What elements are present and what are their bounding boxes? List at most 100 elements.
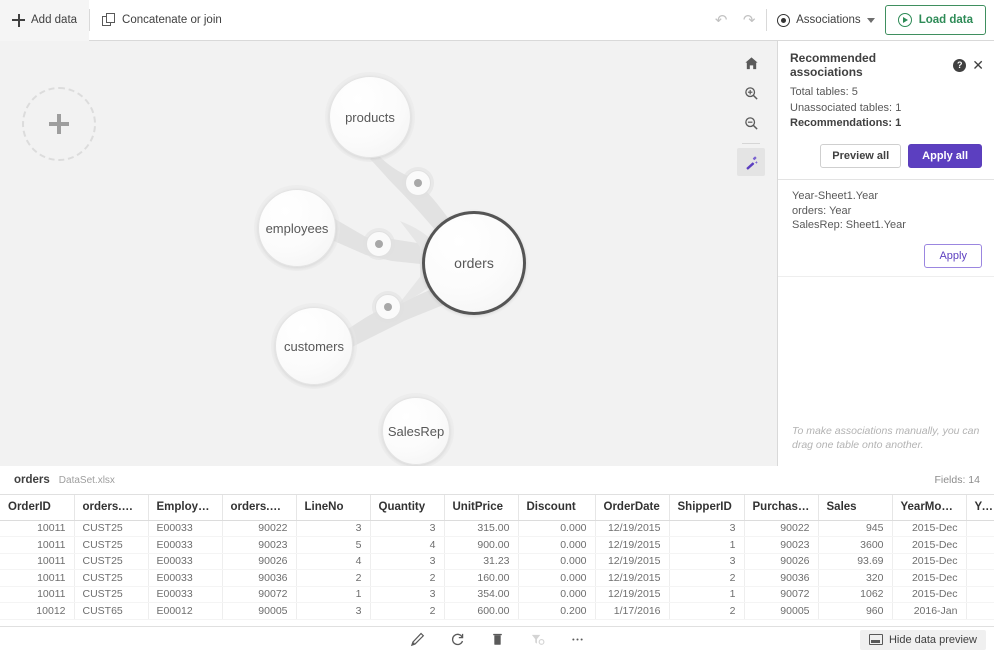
undo-arrow-icon[interactable]: ↶ xyxy=(708,7,734,33)
table-cell: 3 xyxy=(370,553,444,570)
column-header-sales[interactable]: Sales xyxy=(818,495,892,520)
column-header-lineno[interactable]: LineNo xyxy=(296,495,370,520)
table-cell: CUST65 xyxy=(74,603,148,620)
column-header-purchasedp[interactable]: PurchasedP... xyxy=(744,495,818,520)
preview-source-file: DataSet.xlsx xyxy=(59,475,115,486)
refresh-icon[interactable] xyxy=(446,629,468,651)
association-link-customers-orders[interactable] xyxy=(375,294,401,320)
panel-header: Recommended associations ? ✕ xyxy=(778,41,994,85)
recommendation-line-1: orders: Year xyxy=(792,204,982,218)
table-cell: 10011 xyxy=(0,520,74,537)
recommendation-card[interactable]: Year-Sheet1.Year orders: Year SalesRep: … xyxy=(778,180,994,277)
hide-data-preview-label: Hide data preview xyxy=(889,634,977,646)
apply-button[interactable]: Apply xyxy=(924,244,982,268)
column-header-orderdate[interactable]: OrderDate xyxy=(595,495,669,520)
table-header-row: OrderIDorders.Cust...EmployeeKeyorders.P… xyxy=(0,495,994,520)
table-cell: 0.000 xyxy=(518,570,595,587)
table-cell: CUST25 xyxy=(74,553,148,570)
magic-wand-icon[interactable] xyxy=(737,148,765,176)
zoom-in-icon[interactable] xyxy=(737,79,765,107)
ellipsis-icon[interactable] xyxy=(566,629,588,651)
pencil-icon[interactable] xyxy=(406,629,428,651)
table-cell: 1 xyxy=(296,586,370,603)
column-header-discount[interactable]: Discount xyxy=(518,495,595,520)
trash-icon[interactable] xyxy=(486,629,508,651)
table-cell: 10011 xyxy=(0,570,74,587)
table-cell: 90022 xyxy=(744,520,818,537)
load-data-label: Load data xyxy=(919,14,973,26)
column-header-yearmonth[interactable]: YearMonth xyxy=(892,495,966,520)
column-header-ordersprod[interactable]: orders.Prod... xyxy=(222,495,296,520)
add-data-button[interactable]: Add data xyxy=(0,0,89,41)
table-cell: 90072 xyxy=(744,586,818,603)
association-link-products-orders[interactable] xyxy=(405,170,431,196)
table-cell: 2015-Dec xyxy=(892,570,966,587)
table-cell: 0.000 xyxy=(518,586,595,603)
table-cell: 3 xyxy=(370,520,444,537)
total-tables-label: Total tables: xyxy=(790,86,849,98)
table-cell: 320 xyxy=(818,570,892,587)
redo-arrow-icon[interactable]: ↷ xyxy=(736,7,762,33)
table-cell: 315.00 xyxy=(444,520,518,537)
unassociated-tables-row: Unassociated tables: 1 xyxy=(790,101,982,117)
recommendations-value: 1 xyxy=(895,117,901,129)
table-row[interactable]: 10011CUST25E00033900264331.230.00012/19/… xyxy=(0,553,994,570)
table-row[interactable]: 10011CUST25E000339007213354.000.00012/19… xyxy=(0,586,994,603)
column-header-orderid[interactable]: OrderID xyxy=(0,495,74,520)
table-node-customers[interactable]: customers xyxy=(275,307,353,385)
table-row[interactable]: 10012CUST65E000129000532600.000.2001/17/… xyxy=(0,603,994,620)
table-node-employees[interactable]: employees xyxy=(258,189,336,267)
help-icon[interactable]: ? xyxy=(953,59,966,72)
table-cell: E00012 xyxy=(148,603,222,620)
table-node-products[interactable]: products xyxy=(329,76,411,158)
concatenate-or-join-button[interactable]: Concatenate or join xyxy=(90,0,234,41)
total-tables-row: Total tables: 5 xyxy=(790,85,982,101)
table-row[interactable]: 10011CUST25E000339002233315.000.00012/19… xyxy=(0,520,994,537)
table-row[interactable]: 10011CUST25E000339002354900.000.00012/19… xyxy=(0,537,994,554)
column-header-unitprice[interactable]: UnitPrice xyxy=(444,495,518,520)
column-header-year[interactable]: Year xyxy=(966,495,994,520)
screen-icon xyxy=(869,634,883,645)
column-header-employeekey[interactable]: EmployeeKey xyxy=(148,495,222,520)
eye-icon xyxy=(777,14,790,27)
table-cell: 3 xyxy=(669,553,744,570)
home-icon[interactable] xyxy=(737,49,765,77)
table-node-label: employees xyxy=(266,221,329,236)
footer-toolbar: Hide data preview xyxy=(0,626,994,652)
table-node-orders[interactable]: orders xyxy=(422,211,526,315)
table-cell: 945 xyxy=(818,520,892,537)
load-data-button[interactable]: Load data xyxy=(885,5,986,35)
undo-redo-group: ↶ ↷ xyxy=(704,7,766,33)
preview-all-button[interactable]: Preview all xyxy=(820,144,901,168)
top-toolbar: Add data Concatenate or join ↶ ↷ Associa… xyxy=(0,0,994,41)
table-node-label: SalesRep xyxy=(388,424,444,439)
chevron-down-icon xyxy=(867,18,875,23)
associations-dropdown[interactable]: Associations xyxy=(767,0,885,41)
total-tables-value: 5 xyxy=(852,86,858,98)
recommendation-apply-wrap: Apply xyxy=(792,244,982,268)
association-canvas[interactable]: products employees orders customers Sale… xyxy=(0,41,777,466)
table-cell: 12/19/2015 xyxy=(595,553,669,570)
table-cell: 3 xyxy=(370,586,444,603)
zoom-out-icon[interactable] xyxy=(737,109,765,137)
table-cell: 90072 xyxy=(222,586,296,603)
column-header-shipperid[interactable]: ShipperID xyxy=(669,495,744,520)
table-node-salesrep[interactable]: SalesRep xyxy=(382,397,450,465)
table-cell xyxy=(966,520,994,537)
table-cell: E00033 xyxy=(148,586,222,603)
table-cell: 600.00 xyxy=(444,603,518,620)
close-icon[interactable]: ✕ xyxy=(972,59,984,72)
column-header-quantity[interactable]: Quantity xyxy=(370,495,444,520)
table-cell: 10011 xyxy=(0,586,74,603)
table-cell: 2015-Dec xyxy=(892,586,966,603)
hide-data-preview-button[interactable]: Hide data preview xyxy=(860,630,986,650)
data-preview-header: orders DataSet.xlsx Fields: 14 xyxy=(0,466,994,495)
footer-actions xyxy=(0,629,994,651)
table-cell: 10012 xyxy=(0,603,74,620)
column-header-orderscust[interactable]: orders.Cust... xyxy=(74,495,148,520)
unassociated-tables-value: 1 xyxy=(895,102,901,114)
table-cell: 10011 xyxy=(0,553,74,570)
apply-all-button[interactable]: Apply all xyxy=(908,144,982,168)
table-row[interactable]: 10011CUST25E000339003622160.000.00012/19… xyxy=(0,570,994,587)
association-link-employees-orders[interactable] xyxy=(366,231,392,257)
